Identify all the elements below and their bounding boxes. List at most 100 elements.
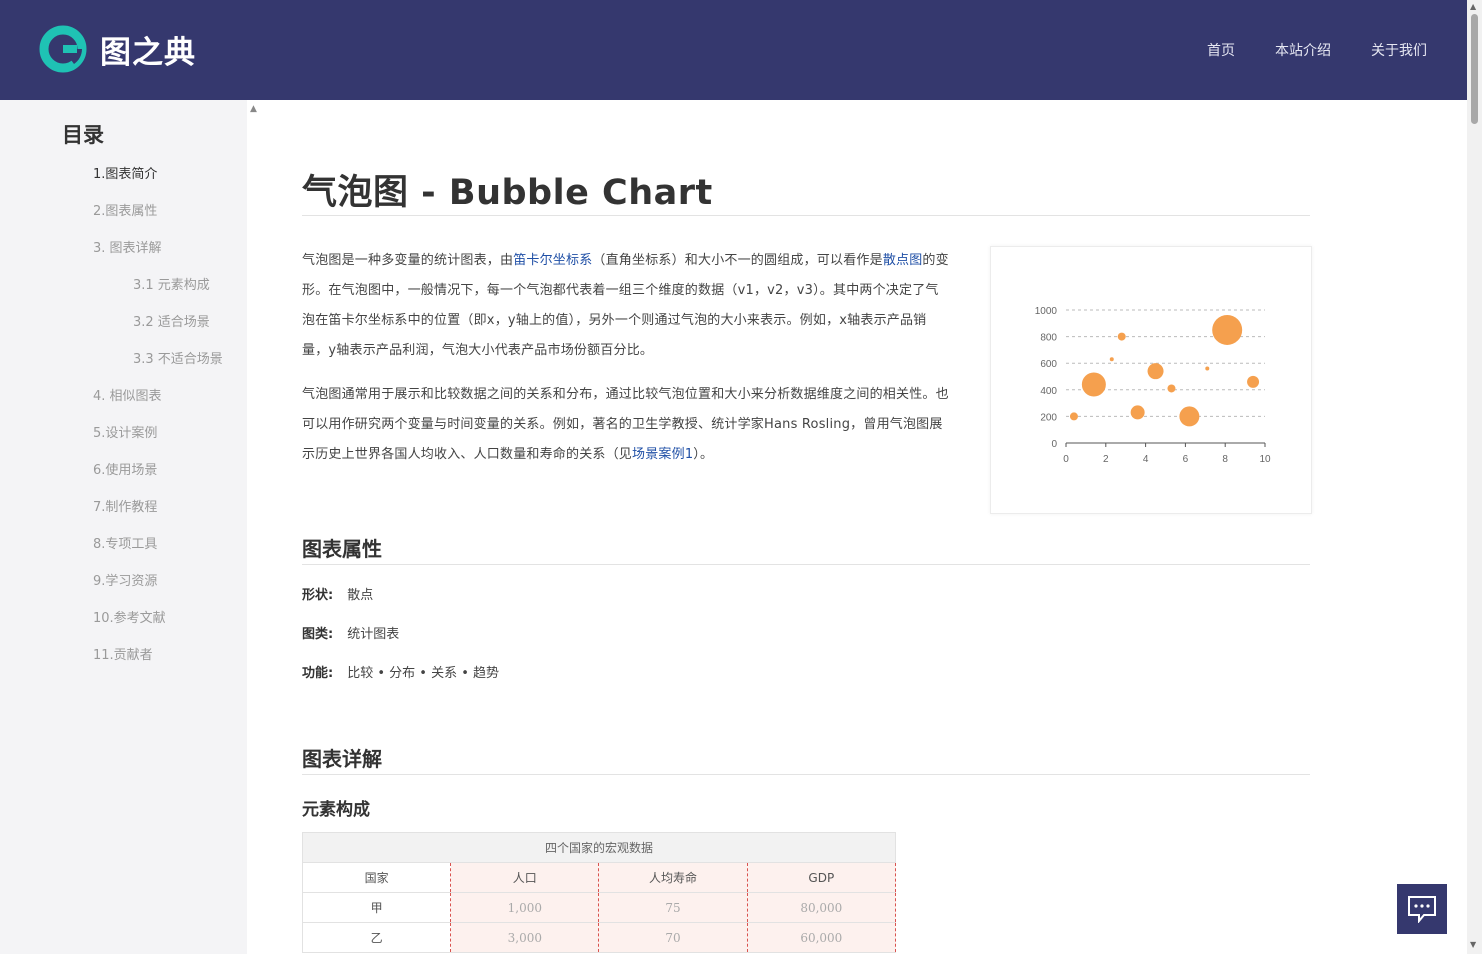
scrollbar-thumb[interactable] bbox=[1471, 14, 1478, 124]
table-header-row: 国家 人口 人均寿命 GDP bbox=[301, 862, 897, 893]
scroll-down-icon[interactable]: ▼ bbox=[1470, 940, 1476, 949]
link-scatter[interactable]: 散点图 bbox=[883, 253, 923, 268]
chart-x-tick-label: 8 bbox=[1222, 454, 1228, 465]
table-cell: 1,000 bbox=[450, 892, 600, 923]
section-divider bbox=[302, 564, 1310, 565]
intro-paragraph-2: 气泡图通常用于展示和比较数据之间的关系和分布，通过比较气泡位置和大小来分析数据维… bbox=[302, 380, 950, 470]
link-case-1[interactable]: 场景案例1 bbox=[632, 447, 693, 462]
table-cell: 70 bbox=[598, 922, 748, 953]
toc-sidebar: 目录 1.图表简介 2.图表属性 3. 图表详解 3.1 元素构成 3.2 适合场景 3.… bbox=[0, 100, 247, 954]
elements-heading: 元素构成 bbox=[302, 800, 370, 820]
chart-bubble bbox=[1117, 332, 1126, 341]
intro-paragraph-1: 气泡图是一种多变量的统计图表，由笛卡尔坐标系（直角坐标系）和大小不一的圆组成，可… bbox=[302, 246, 950, 366]
chart-x-tick-label: 2 bbox=[1103, 454, 1109, 465]
table-caption-row: 四个国家的宏观数据 bbox=[302, 832, 896, 863]
table-row: 甲 1,000 75 80,000 bbox=[301, 892, 897, 923]
prop-shape: 形状: 散点 bbox=[302, 584, 373, 603]
table-cell: 80,000 bbox=[746, 892, 897, 923]
section-divider bbox=[302, 774, 1310, 775]
intro-text: 气泡图通常用于展示和比较数据之间的关系和分布，通过比较气泡位置和大小来分析数据维… bbox=[302, 387, 949, 462]
prop-value: 散点 bbox=[347, 588, 374, 603]
site-logo[interactable]: 图之典 bbox=[38, 24, 196, 74]
toc-item[interactable]: 5.设计案例 bbox=[93, 422, 157, 441]
toc-item[interactable]: 4. 相似图表 bbox=[93, 385, 162, 404]
chart-bubble bbox=[1130, 405, 1145, 420]
top-header: 图之典 首页 本站介绍 关于我们 bbox=[0, 0, 1467, 100]
intro-text: 的变形。在气泡图中，一般情况下，每一个气泡都代表着一组三个维度的数据（v1，v2… bbox=[302, 253, 949, 358]
prop-value: 比较 • 分布 • 关系 • 趋势 bbox=[347, 666, 500, 681]
page-scrollbar[interactable]: ▲ ▼ bbox=[1467, 0, 1482, 954]
chart-y-tick-label: 800 bbox=[1040, 333, 1057, 344]
chart-y-tick-label: 1000 bbox=[1035, 306, 1058, 317]
chart-x-tick-label: 10 bbox=[1259, 454, 1271, 465]
toc-title: 目录 bbox=[62, 123, 104, 147]
section-attributes-heading: 图表属性 bbox=[302, 537, 382, 561]
chart-y-tick-label: 0 bbox=[1051, 439, 1057, 450]
toc-item[interactable]: 11.贡献者 bbox=[93, 644, 153, 663]
chart-y-tick-label: 400 bbox=[1040, 386, 1057, 397]
chart-bubble bbox=[1109, 357, 1114, 362]
table-header-cell: 人口 bbox=[450, 862, 600, 893]
chart-y-tick-label: 200 bbox=[1040, 412, 1057, 423]
title-divider bbox=[302, 215, 1310, 216]
nav-about-us[interactable]: 关于我们 bbox=[1371, 40, 1427, 60]
toc-item[interactable]: 3. 图表详解 bbox=[93, 237, 162, 256]
chart-bubble bbox=[1212, 314, 1243, 345]
chart-x-tick-label: 0 bbox=[1063, 454, 1069, 465]
intro-text: 气泡图是一种多变量的统计图表，由 bbox=[302, 253, 514, 268]
chart-y-tick-label: 600 bbox=[1040, 359, 1057, 370]
intro-text: （直角坐标系）和大小不一的圆组成，可以看作是 bbox=[592, 253, 883, 268]
toc-item[interactable]: 9.学习资源 bbox=[93, 570, 157, 589]
chart-bubble bbox=[1167, 384, 1176, 393]
bubble-chart-card: 0 200 400 600 800 1000 0 2 4 6 8 10 bbox=[990, 246, 1312, 514]
toc-item[interactable]: 3.1 元素构成 bbox=[133, 274, 210, 293]
table-cell: 3,000 bbox=[450, 922, 600, 953]
feedback-chat-button[interactable] bbox=[1397, 884, 1447, 934]
toc-item[interactable]: 8.专项工具 bbox=[93, 533, 157, 552]
chart-bubble bbox=[1179, 406, 1200, 427]
macro-data-table: 四个国家的宏观数据 国家 人口 人均寿命 GDP 甲 1,000 75 80,0… bbox=[301, 832, 897, 953]
prop-key: 功能: bbox=[302, 666, 334, 681]
table-header-cell: GDP bbox=[746, 862, 897, 893]
scroll-up-icon[interactable]: ▲ bbox=[1470, 2, 1476, 11]
table-row: 乙 3,000 70 60,000 bbox=[301, 922, 897, 953]
chart-x-tick-label: 6 bbox=[1183, 454, 1189, 465]
logo-text: 图之典 bbox=[100, 34, 196, 71]
prop-key: 图类: bbox=[302, 627, 334, 642]
prop-value: 统计图表 bbox=[347, 627, 400, 642]
chart-bubble bbox=[1147, 363, 1164, 380]
nav-about-site[interactable]: 本站介绍 bbox=[1275, 40, 1331, 60]
nav-home[interactable]: 首页 bbox=[1207, 40, 1235, 60]
toc-item[interactable]: 6.使用场景 bbox=[93, 459, 157, 478]
chart-bubble bbox=[1205, 366, 1210, 371]
table-cell: 75 bbox=[598, 892, 748, 923]
top-nav: 首页 本站介绍 关于我们 bbox=[1167, 40, 1427, 60]
sidebar-scroll-up-icon[interactable]: ▲ bbox=[250, 104, 257, 114]
chart-bubble bbox=[1247, 375, 1260, 388]
chat-bubble-icon bbox=[1408, 896, 1436, 923]
table-header-cell: 人均寿命 bbox=[598, 862, 748, 893]
bubble-chart: 0 200 400 600 800 1000 0 2 4 6 8 10 bbox=[1035, 306, 1271, 465]
toc-item[interactable]: 3.3 不适合场景 bbox=[133, 348, 223, 367]
logo-mark-icon bbox=[39, 25, 87, 73]
toc-item[interactable]: 7.制作教程 bbox=[93, 496, 157, 515]
table-cell: 甲 bbox=[301, 892, 451, 923]
toc-item[interactable]: 2.图表属性 bbox=[93, 200, 157, 219]
prop-key: 形状: bbox=[302, 588, 334, 603]
prop-category: 图类: 统计图表 bbox=[302, 623, 399, 642]
table-cell: 60,000 bbox=[746, 922, 897, 953]
page-title: 气泡图 - Bubble Chart bbox=[302, 173, 713, 213]
chart-bubble bbox=[1069, 412, 1078, 421]
toc-item[interactable]: 3.2 适合场景 bbox=[133, 311, 210, 330]
table-header-cell: 国家 bbox=[301, 862, 451, 893]
toc-item[interactable]: 10.参考文献 bbox=[93, 607, 166, 626]
chart-bubble bbox=[1081, 372, 1106, 397]
link-cartesian[interactable]: 笛卡尔坐标系 bbox=[513, 253, 592, 268]
prop-function: 功能: 比较 • 分布 • 关系 • 趋势 bbox=[302, 662, 499, 681]
section-detail-heading: 图表详解 bbox=[302, 747, 382, 771]
table-caption: 四个国家的宏观数据 bbox=[302, 832, 896, 863]
table-cell: 乙 bbox=[301, 922, 451, 953]
toc-item[interactable]: 1.图表简介 bbox=[93, 163, 157, 182]
intro-text: ）。 bbox=[693, 447, 714, 462]
chart-x-tick-label: 4 bbox=[1143, 454, 1149, 465]
